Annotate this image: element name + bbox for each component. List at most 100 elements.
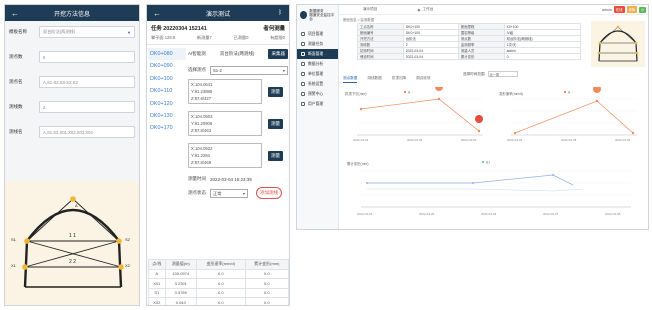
legend-label: S1	[486, 160, 490, 164]
table-cell: 0.9789	[164, 287, 197, 298]
tab-convergence[interactable]: 周边收敛	[416, 76, 430, 83]
add-line-button[interactable]: 添加测线	[256, 187, 282, 199]
point-reading: X:104.0922 Y:91.2284 Z:97.8/469 测量	[188, 143, 288, 168]
collect-button[interactable]: 采集器	[268, 49, 288, 59]
map-pin-icon	[475, 115, 484, 123]
bluetooth-icon[interactable]: ᛒ	[278, 10, 282, 16]
sidebar-item-label: 项目管理	[308, 32, 324, 36]
sidebar-item[interactable]: 用户管理	[297, 99, 338, 109]
sidebar-item[interactable]: 项目管理	[297, 29, 338, 39]
x-tick: 2022-03-05	[561, 138, 577, 142]
breadcrumb: 断面信息 > 监测数据	[343, 18, 374, 22]
chainage-item[interactable]: DK0+080	[148, 48, 186, 61]
time-value: 2022-03-04 15:23:39	[210, 176, 252, 182]
measure-button[interactable]: 测量	[268, 150, 283, 161]
chainage-item[interactable]: DK0+110	[148, 85, 186, 97]
chainage-item[interactable]: DK0+120	[148, 98, 186, 110]
point-select-value: S1-2	[213, 67, 222, 73]
field-label: 测线名	[9, 129, 23, 134]
sidebar-item[interactable]: 系统设置	[297, 79, 338, 89]
line-count-value: 2	[43, 104, 46, 110]
field-label: 测点名	[9, 79, 23, 84]
select-row: 选择测点 S1-2 ▾	[188, 64, 288, 76]
line-count-input[interactable]: 2	[39, 101, 135, 113]
chainage-item[interactable]: DK0+090	[148, 60, 186, 72]
range-control: 选择时间范围 近一周	[463, 71, 518, 77]
map-pin-icon	[593, 85, 602, 93]
point-count-input[interactable]: 5	[39, 51, 135, 63]
header: ← 开挖方法信息	[5, 5, 139, 21]
table-cell: 0	[503, 53, 582, 60]
template-value: 双台阶法(两测线)	[43, 29, 76, 34]
range-label: 选择时间范围	[463, 71, 485, 76]
logout-icon[interactable]: ⏻	[639, 6, 646, 13]
user-name[interactable]: admin	[602, 8, 612, 12]
switch-badge[interactable]: 切换	[626, 6, 638, 13]
menu-icon	[301, 72, 305, 76]
sidebar-item-label: 测量任务	[308, 42, 324, 46]
point-names-input[interactable]: A,S1-S2,S3-S2,S2	[39, 76, 135, 88]
table-cell: 变形速率(mm/d)	[195, 259, 246, 270]
chainage-list: DK0+080 DK0+090 DK0+100 DK0+110 DK0+120 …	[148, 48, 186, 135]
settlement-chart: 拱顶下沉(mm) A 2022-03-04 2022-03-05 2022-03…	[343, 83, 493, 147]
x-tick: 2022-03-04	[357, 212, 373, 216]
table-cell: 100.0974	[164, 268, 197, 279]
range-select[interactable]: 近一周	[487, 71, 518, 77]
rate-chart: 变形速率(mm/d) A 2022-03-04 2022-03-05 2022-…	[497, 85, 647, 147]
measure-button[interactable]: 测量	[268, 118, 283, 129]
sidebar-item-label: 用户管理	[308, 102, 324, 106]
chainage-item[interactable]: DK0+170	[148, 122, 186, 134]
chevron-down-icon: ▾	[242, 190, 245, 196]
menu-icon	[301, 82, 305, 86]
reading-values: X:104.0641 Y:91.23885 Z:97.8/427	[188, 79, 262, 104]
data-point[interactable]	[359, 107, 363, 111]
data-point[interactable]	[631, 131, 635, 135]
table-cell: 0.043	[164, 297, 197, 305]
table-cell: A	[148, 268, 166, 279]
field-point-count: 测点数 5	[5, 38, 139, 63]
data-point[interactable]	[366, 182, 368, 184]
tab-line-data[interactable]: 测线数据	[367, 76, 381, 83]
chainage-item[interactable]: DK0+100	[148, 73, 186, 85]
map-pin-icon	[435, 83, 444, 91]
station-label[interactable]: 工作台	[423, 7, 434, 12]
data-point[interactable]	[472, 182, 474, 184]
tab-point-data[interactable]: 测点数据	[343, 76, 358, 83]
table-cell: 点/线	[148, 259, 166, 270]
section-info-table: 工点名称 DK0+100 断面里程 K0+100 断面编号 DK0+100 围岩等级 IV级…	[357, 23, 582, 60]
instrument-label: AI智能测	[188, 51, 206, 56]
menu-icon	[301, 102, 305, 106]
sidebar-item[interactable]: 数据分析	[297, 59, 338, 69]
measure-button[interactable]: 测量	[268, 86, 283, 97]
data-point[interactable]	[595, 99, 599, 103]
back-arrow-icon[interactable]: ←	[153, 9, 161, 18]
sidebar-item-active[interactable]: 断面管理	[297, 49, 338, 59]
point-label-x1: X1	[11, 263, 17, 268]
chevron-down-icon: ▼	[127, 29, 131, 35]
data-point[interactable]	[437, 97, 441, 101]
reading-x: X:104.0903	[191, 114, 213, 119]
x-tick: 2022-03-07	[543, 212, 559, 216]
line-names-input[interactable]: A,S1,S2,X01,X02,X03,X04	[39, 126, 135, 138]
chainage-item[interactable]: DK0+130	[148, 110, 186, 122]
template-select[interactable]: 双台阶法(两测线) ▼	[39, 26, 135, 38]
line-label-2: 2 2	[69, 259, 76, 265]
select-label: 选择测点	[188, 67, 206, 72]
project-select[interactable]: 演示项目	[363, 7, 377, 12]
table-header: 点/线 测量值(m) 变形速率(mm/d) 累计变形(mm)	[148, 259, 289, 270]
legend-label: A	[568, 90, 571, 94]
data-point[interactable]	[552, 174, 554, 176]
tab-settlement[interactable]: 拱顶沉降	[392, 76, 406, 83]
data-point[interactable]	[513, 131, 517, 135]
status-badge[interactable]: 在线	[613, 6, 625, 13]
data-point[interactable]	[477, 129, 481, 133]
reading-x: X:104.0641	[191, 82, 213, 87]
back-arrow-icon[interactable]: ←	[11, 9, 19, 18]
sidebar-item[interactable]: 预警中心	[297, 89, 338, 99]
sidebar-item[interactable]: 测量任务	[297, 39, 338, 49]
status-select[interactable]: 正常 ▾	[210, 188, 248, 198]
sidebar-item[interactable]: 单位管理	[297, 69, 338, 79]
point-select[interactable]: S1-2 ▾	[210, 65, 288, 75]
point-label-s2: S2	[125, 237, 131, 242]
point-count-value: 5	[43, 54, 46, 60]
